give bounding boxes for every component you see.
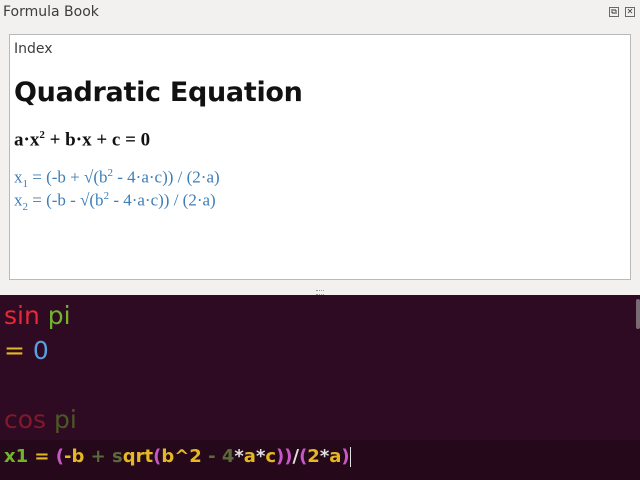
solution-x2: x2 = (-b - √(b2 - 4·a·c)) / (2·a) bbox=[14, 190, 216, 214]
close-icon[interactable]: ✕ bbox=[625, 7, 635, 17]
formula-heading: Quadratic Equation bbox=[14, 77, 303, 108]
main-equation: a·x2 + b·x + c = 0 bbox=[14, 129, 151, 151]
index-link[interactable]: Index bbox=[14, 41, 53, 57]
console-area[interactable]: sin pi = 0 cos pi x1 = (-b + sqrt(b^2 - … bbox=[0, 295, 640, 480]
console-line-faded: cos pi bbox=[4, 405, 77, 434]
solution-x1: x1 = (-b + √(b2 - 4·a·c)) / (2·a) bbox=[14, 167, 220, 191]
scrollbar[interactable] bbox=[636, 299, 640, 329]
text-cursor bbox=[349, 447, 351, 467]
float-icon[interactable]: ⧉ bbox=[609, 7, 619, 17]
expression-input[interactable]: x1 = (-b + sqrt(b^2 - 4*a*c))/(2*a) bbox=[0, 440, 640, 480]
window-title: Formula Book bbox=[3, 4, 99, 20]
title-bar: Formula Book ⧉ ✕ bbox=[0, 0, 640, 26]
console-result: = 0 bbox=[4, 336, 49, 365]
expression-text[interactable]: x1 = (-b + sqrt(b^2 - 4*a*c))/(2*a) bbox=[4, 446, 351, 467]
formula-panel: Index Quadratic Equation a·x2 + b·x + c … bbox=[9, 34, 631, 280]
console-line: sin pi bbox=[4, 301, 71, 330]
